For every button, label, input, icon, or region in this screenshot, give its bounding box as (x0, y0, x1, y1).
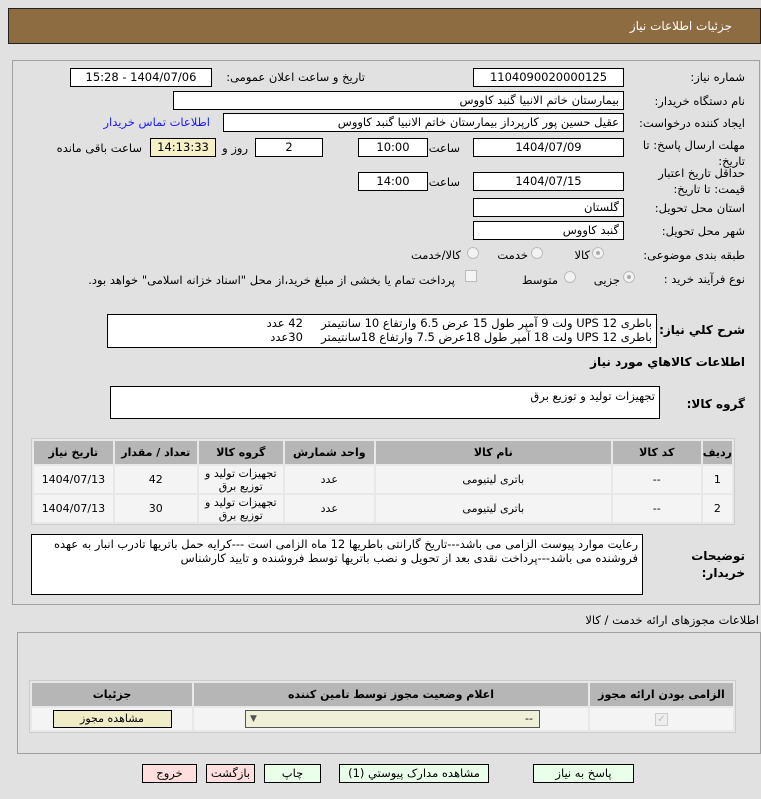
cell-qty: 30 (114, 495, 197, 522)
category-option-service-label: خدمت (497, 248, 528, 262)
announce-field: 1404/07/06 - 15:28 (70, 68, 212, 87)
need-number-label: شماره نیاز: (690, 70, 745, 84)
description-line-2: باطری UPS 12 ولت 18 آمپر طول 18عرض 7.5 و… (270, 330, 652, 344)
back-button[interactable]: بازگشت (206, 764, 255, 783)
creator-field: عقیل حسین پور کارپرداز بیمارستان خاتم ال… (223, 113, 624, 132)
table-row: ✓ -- ▼ مشاهده مجوز (32, 708, 733, 730)
cell-date: 1404/07/13 (34, 495, 113, 522)
cell-unit: عدد (284, 495, 374, 522)
col-group: گروه کالا (198, 441, 283, 464)
goods-table-header: ردیف کد کالا نام کالا واحد شمارش گروه کا… (34, 441, 732, 464)
category-option-goods-service-label: کالا/خدمت (410, 248, 461, 262)
description-line-1: باطری UPS 12 ولت 9 آمپر طول 15 عرض 6.5 و… (266, 316, 652, 330)
deadline-date-field: 1404/07/09 (473, 138, 624, 157)
col-permit-details: جزئیات (32, 683, 192, 706)
goods-section-title: اطلاعات كالاهاي مورد نياز (590, 355, 745, 369)
cell-group: تجهیزات تولید و توزیع برق (198, 466, 283, 493)
category-option-goods-label: کالا (574, 248, 590, 262)
category-radio-goods-service[interactable] (467, 247, 479, 259)
need-number-field: 1104090020000125 (473, 68, 624, 87)
province-label: استان محل تحویل: (654, 201, 745, 215)
validity-label: حداقل تاریخ اعتبار قیمت: تا تاریخ: (658, 166, 745, 196)
col-qty: تعداد / مقدار (114, 441, 197, 464)
chevron-down-icon: ▼ (250, 714, 257, 724)
col-date: تاریخ نیاز (34, 441, 113, 464)
col-permit-required: الزامی بودن ارائه مجوز (590, 683, 733, 706)
col-code: کد کالا (612, 441, 701, 464)
exit-button[interactable]: خروج (142, 764, 197, 783)
permit-status-select[interactable]: -- ▼ (245, 710, 540, 728)
cell-code: -- (612, 466, 701, 493)
col-row: ردیف (702, 441, 732, 464)
validity-time-label: ساعت (428, 175, 460, 189)
validity-date-field: 1404/07/15 (473, 172, 624, 191)
cell-qty: 42 (114, 466, 197, 493)
col-permit-status: اعلام وضعیت مجوز توسط تامین کننده (194, 683, 588, 706)
cell-row: 1 (702, 466, 732, 493)
cell-name: باتری لیتیومی (375, 466, 611, 493)
process-option-minor-label: جزیی (593, 273, 620, 287)
permit-required-checkbox[interactable]: ✓ (655, 713, 668, 726)
process-label: نوع فرآیند خرید : (663, 272, 745, 286)
cell-code: -- (612, 495, 701, 522)
view-attachments-button[interactable]: مشاهده مدارک پیوستي (1) (339, 764, 489, 783)
city-label: شهر محل تحویل: (661, 224, 745, 238)
city-field: گنبد کاووس (473, 221, 624, 240)
treasury-payment-checkbox[interactable] (465, 270, 477, 282)
process-radio-medium[interactable] (564, 271, 576, 283)
col-name: نام کالا (375, 441, 611, 464)
reply-button[interactable]: پاسخ به نیاز (533, 764, 634, 783)
category-radio-goods[interactable] (592, 247, 604, 259)
buyer-notes-label: توضیحات خریدار: (691, 549, 745, 580)
permits-title: اطلاعات مجوزهای ارائه خدمت / کالا (585, 613, 759, 627)
buyer-org-label: نام دستگاه خریدار: (654, 94, 745, 108)
buyer-contact-link[interactable]: اطلاعات تماس خریدار (103, 115, 210, 129)
page-title: جزئیات اطلاعات نیاز (629, 19, 732, 33)
buyer-notes-textarea[interactable]: رعایت موارد پیوست الزامی می باشد---تاریخ… (31, 534, 643, 595)
permits-table: الزامی بودن ارائه مجوز اعلام وضعیت مجوز … (29, 680, 736, 733)
remaining-time-field: 14:13:33 (150, 138, 216, 157)
validity-time-field: 14:00 (358, 172, 428, 191)
view-permit-button[interactable]: مشاهده مجوز (52, 710, 172, 728)
province-field: گلستان (473, 198, 624, 217)
permit-status-value: -- (525, 712, 533, 725)
goods-group-value: تجهیزات تولید و توزیع برق (530, 389, 655, 403)
goods-group-label: گروه کالا: (686, 397, 745, 411)
days-field: 2 (255, 138, 323, 157)
buyer-notes-text: رعایت موارد پیوست الزامی می باشد---تاریخ… (53, 537, 638, 565)
process-option-medium-label: متوسط (521, 273, 558, 287)
cell-name: باتری لیتیومی (375, 495, 611, 522)
goods-table: ردیف کد کالا نام کالا واحد شمارش گروه کا… (31, 438, 735, 525)
col-unit: واحد شمارش (284, 441, 374, 464)
buyer-org-field: بیمارستان خاتم الانبیا گنبد کاووس (173, 91, 624, 110)
deadline-time-field: 10:00 (358, 138, 428, 157)
table-row: 1 -- باتری لیتیومی عدد تجهیزات تولید و توزیع… (34, 466, 732, 493)
cell-date: 1404/07/13 (34, 466, 113, 493)
process-radio-minor[interactable] (623, 271, 635, 283)
description-textarea[interactable]: باطری UPS 12 ولت 9 آمپر طول 15 عرض 6.5 و… (107, 314, 657, 348)
cell-unit: عدد (284, 466, 374, 493)
creator-label: ایجاد کننده درخواست: (639, 116, 745, 130)
goods-group-textarea[interactable]: تجهیزات تولید و توزیع برق (110, 386, 660, 419)
permits-table-header: الزامی بودن ارائه مجوز اعلام وضعیت مجوز … (32, 683, 733, 706)
print-button[interactable]: چاپ (264, 764, 321, 783)
category-label: طبقه بندی موضوعی: (643, 248, 745, 262)
announce-label: تاریخ و ساعت اعلان عمومی: (226, 70, 365, 84)
treasury-payment-note: پرداخت تمام یا بخشی از مبلغ خرید،از محل … (88, 273, 455, 287)
table-row: 2 -- باتری لیتیومی عدد تجهیزات تولید و توزیع… (34, 495, 732, 522)
days-label: روز و (222, 141, 248, 155)
description-label: شرح کلي نياز: (659, 323, 745, 337)
cell-group: تجهیزات تولید و توزیع برق (198, 495, 283, 522)
category-radio-service[interactable] (531, 247, 543, 259)
page-header: جزئیات اطلاعات نیاز (8, 8, 761, 44)
deadline-time-label: ساعت (428, 141, 460, 155)
cell-row: 2 (702, 495, 732, 522)
remaining-label: ساعت باقی مانده (56, 141, 142, 155)
